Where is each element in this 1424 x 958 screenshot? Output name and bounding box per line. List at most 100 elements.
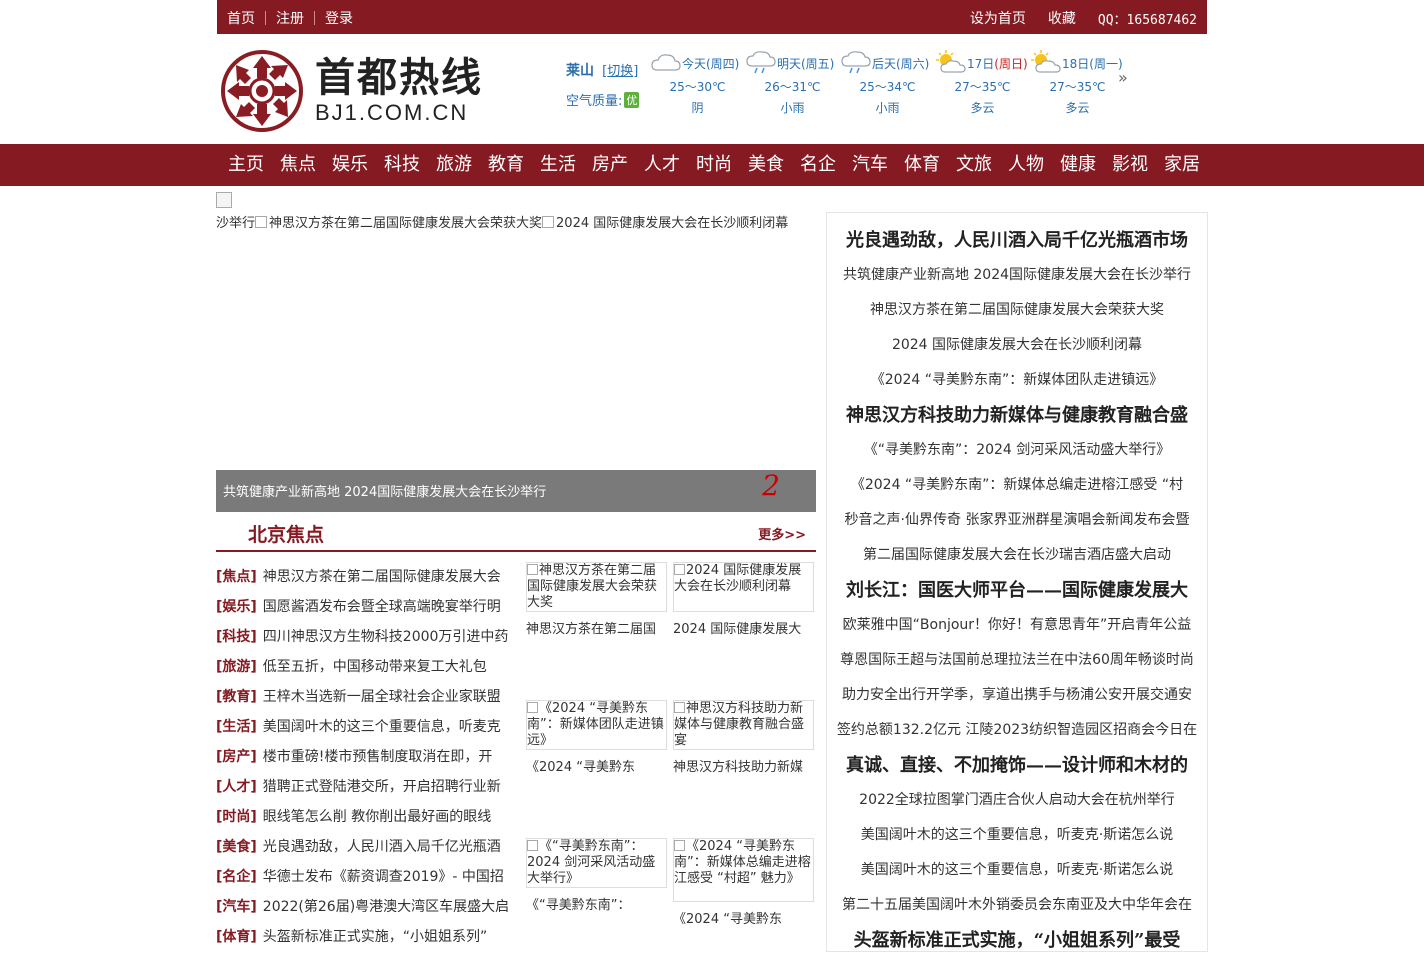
headline-item[interactable]: 秒音之声·仙界传奇 张家界亚洲群星演唱会新闻发布会暨 bbox=[827, 503, 1207, 538]
news-category[interactable]: [教育] bbox=[216, 689, 257, 705]
news-title[interactable]: 美国阔叶木的这三个重要信息，听麦克 bbox=[263, 719, 501, 735]
headline-item[interactable]: 第二十五届美国阔叶木外销委员会东南亚及大中华年会在 bbox=[827, 888, 1207, 923]
picture-caption[interactable]: 2024 国际健康发展大 bbox=[673, 618, 814, 637]
headline-item[interactable]: 助力安全出行开学季，享道出携手与杨浦公安开展交通安 bbox=[827, 678, 1207, 713]
news-category[interactable]: [汽车] bbox=[216, 899, 257, 915]
picture-thumb[interactable]: 《2024 “寻美黔东南”：新媒体团队走进镇远》 bbox=[526, 700, 667, 750]
news-item[interactable]: [科技] 四川神思汉方生物科技2000万引进中药 bbox=[216, 622, 516, 652]
news-item[interactable]: [汽车] 2022(第26届)粤港澳大湾区车展盛大启 bbox=[216, 892, 516, 922]
headline-item[interactable]: 2024 国际健康发展大会在长沙顺利闭幕 bbox=[827, 328, 1207, 363]
headline-item[interactable]: 签约总额132.2亿元 江陵2023纺织智造园区招商会今日在 bbox=[827, 713, 1207, 748]
news-item[interactable]: [焦点] 神思汉方茶在第二届国际健康发展大会 bbox=[216, 562, 516, 592]
set-homepage-link[interactable]: 设为首页 bbox=[970, 8, 1026, 28]
news-title[interactable]: 华德士发布《薪资调查2019》- 中国招 bbox=[263, 869, 504, 885]
picture-card[interactable]: 《2024 “寻美黔东南”：新媒体总编走进榕江感受 “村超” 魅力》 《2024… bbox=[673, 838, 814, 927]
nav-item[interactable]: 生活 bbox=[532, 144, 584, 186]
news-item[interactable]: [娱乐] 国愿酱酒发布会暨全球高端晚宴举行明 bbox=[216, 592, 516, 622]
news-item[interactable]: [时尚] 眼线笔怎么削 教你削出最好画的眼线 bbox=[216, 802, 516, 832]
slide-alt[interactable]: 神思汉方茶在第二届国际健康发展大会荣获大奖 bbox=[269, 216, 542, 231]
picture-card[interactable]: 《“寻美黔东南”：2024 剑河采风活动盛大举行》 《“寻美黔东南”： bbox=[526, 838, 667, 913]
nav-item[interactable]: 健康 bbox=[1052, 144, 1104, 186]
news-title[interactable]: 眼线笔怎么削 教你削出最好画的眼线 bbox=[263, 809, 491, 825]
nav-item[interactable]: 娱乐 bbox=[324, 144, 376, 186]
site-logo[interactable]: 首都热线 BJ1.COM.CN bbox=[221, 50, 511, 132]
news-item[interactable]: [名企] 华德士发布《薪资调查2019》- 中国招 bbox=[216, 862, 516, 892]
news-category[interactable]: [时尚] bbox=[216, 809, 257, 825]
news-category[interactable]: [名企] bbox=[216, 869, 257, 885]
nav-item[interactable]: 旅游 bbox=[428, 144, 480, 186]
news-item[interactable]: [体育] 头盔新标准正式实施，“小姐姐系列” bbox=[216, 922, 516, 952]
headline-item[interactable]: 《2024 “寻美黔东南”：新媒体团队走进镇远》 bbox=[827, 363, 1207, 398]
headline-item[interactable]: 第二届国际健康发展大会在长沙瑞吉酒店盛大启动 bbox=[827, 538, 1207, 573]
picture-card[interactable]: 神思汉方茶在第二届国际健康发展大会荣获大奖 神思汉方茶在第二届国 bbox=[526, 562, 667, 637]
news-item[interactable]: [美食] 光良遇劲敌，人民川酒入局千亿光瓶酒 bbox=[216, 832, 516, 862]
picture-card[interactable]: 2024 国际健康发展大会在长沙顺利闭幕 2024 国际健康发展大 bbox=[673, 562, 814, 637]
nav-item[interactable]: 汽车 bbox=[844, 144, 896, 186]
picture-caption[interactable]: 神思汉方科技助力新媒 bbox=[673, 756, 814, 775]
picture-thumb[interactable]: 神思汉方科技助力新媒体与健康教育融合盛宴 bbox=[673, 700, 814, 750]
news-title[interactable]: 猎聘正式登陆港交所，开启招聘行业新 bbox=[263, 779, 501, 795]
picture-thumb[interactable]: 神思汉方茶在第二届国际健康发展大会荣获大奖 bbox=[526, 562, 667, 612]
news-item[interactable]: [房产] 楼市重磅!楼市预售制度取消在即，开 bbox=[216, 742, 516, 772]
nav-item[interactable]: 体育 bbox=[896, 144, 948, 186]
headline-item[interactable]: 欧莱雅中国“Bonjour！你好！有意思青年”开启青年公益 bbox=[827, 608, 1207, 643]
headline-item[interactable]: 神思汉方茶在第二届国际健康发展大会荣获大奖 bbox=[827, 293, 1207, 328]
news-title[interactable]: 四川神思汉方生物科技2000万引进中药 bbox=[263, 629, 509, 645]
nav-item[interactable]: 家居 bbox=[1156, 144, 1208, 186]
headline-item[interactable]: 美国阔叶木的这三个重要信息，听麦克·斯诺怎么说 bbox=[827, 818, 1207, 853]
news-title[interactable]: 神思汉方茶在第二届国际健康发展大会 bbox=[263, 569, 501, 585]
picture-thumb[interactable]: 2024 国际健康发展大会在长沙顺利闭幕 bbox=[673, 562, 814, 612]
news-category[interactable]: [美食] bbox=[216, 839, 257, 855]
news-title[interactable]: 楼市重磅!楼市预售制度取消在即，开 bbox=[263, 749, 493, 765]
news-item[interactable]: [教育] 王梓木当选新一届全球社会企业家联盟 bbox=[216, 682, 516, 712]
headline-item-featured[interactable]: 神思汉方科技助力新媒体与健康教育融合盛 bbox=[827, 398, 1207, 433]
picture-thumb[interactable]: 《2024 “寻美黔东南”：新媒体总编走进榕江感受 “村超” 魅力》 bbox=[673, 838, 814, 902]
headline-item[interactable]: 2022全球拉图掌门酒庄合伙人启动大会在杭州举行 bbox=[827, 783, 1207, 818]
picture-thumb[interactable]: 《“寻美黔东南”：2024 剑河采风活动盛大举行》 bbox=[526, 838, 667, 888]
headline-item-featured[interactable]: 光良遇劲敌，人民川酒入局千亿光瓶酒市场 bbox=[827, 223, 1207, 258]
headline-slider[interactable]: 沙举行 神思汉方茶在第二届国际健康发展大会荣获大奖 2024 国际健康发展大会在长沙… bbox=[216, 192, 816, 512]
headline-item[interactable]: 美国阔叶木的这三个重要信息，听麦克·斯诺怎么说 bbox=[827, 853, 1207, 888]
news-category[interactable]: [人才] bbox=[216, 779, 257, 795]
picture-card[interactable]: 《2024 “寻美黔东南”：新媒体团队走进镇远》 《2024 “寻美黔东 bbox=[526, 700, 667, 775]
headline-item-featured[interactable]: 真诚、直接、不加掩饰——设计师和木材的 bbox=[827, 748, 1207, 783]
nav-item[interactable]: 时尚 bbox=[688, 144, 740, 186]
news-title[interactable]: 光良遇劲敌，人民川酒入局千亿光瓶酒 bbox=[263, 839, 501, 855]
news-title[interactable]: 国愿酱酒发布会暨全球高端晚宴举行明 bbox=[263, 599, 501, 615]
nav-item[interactable]: 焦点 bbox=[272, 144, 324, 186]
news-category[interactable]: [房产] bbox=[216, 749, 257, 765]
news-category[interactable]: [娱乐] bbox=[216, 599, 257, 615]
picture-caption[interactable]: 《2024 “寻美黔东 bbox=[673, 908, 814, 927]
nav-item[interactable]: 美食 bbox=[740, 144, 792, 186]
news-item[interactable]: [生活] 美国阔叶木的这三个重要信息，听麦克 bbox=[216, 712, 516, 742]
nav-item[interactable]: 文旅 bbox=[948, 144, 1000, 186]
news-title[interactable]: 2022(第26届)粤港澳大湾区车展盛大启 bbox=[263, 899, 509, 915]
nav-item[interactable]: 影视 bbox=[1104, 144, 1156, 186]
city-switch-button[interactable]: [切换] bbox=[602, 64, 638, 79]
login-link[interactable]: 登录 bbox=[325, 8, 353, 28]
news-title[interactable]: 王梓木当选新一届全球社会企业家联盟 bbox=[263, 689, 501, 705]
slider-caption[interactable]: 共筑健康产业新高地 2024国际健康发展大会在长沙举行 bbox=[223, 485, 546, 500]
headline-item-featured[interactable]: 刘长江：国医大师平台——国际健康发展大 bbox=[827, 573, 1207, 608]
news-category[interactable]: [旅游] bbox=[216, 659, 257, 675]
headline-item[interactable]: 尊恩国际王超与法国前总理拉法兰在中法60周年畅谈时尚 bbox=[827, 643, 1207, 678]
news-category[interactable]: [科技] bbox=[216, 629, 257, 645]
news-category[interactable]: [生活] bbox=[216, 719, 257, 735]
nav-item[interactable]: 名企 bbox=[792, 144, 844, 186]
nav-item[interactable]: 主页 bbox=[220, 144, 272, 186]
slide-alt[interactable]: 2024 国际健康发展大会在长沙顺利闭幕 bbox=[556, 216, 788, 231]
news-category[interactable]: [体育] bbox=[216, 929, 257, 945]
news-title[interactable]: 头盔新标准正式实施，“小姐姐系列” bbox=[263, 929, 488, 945]
news-item[interactable]: [人才] 猎聘正式登陆港交所，开启招聘行业新 bbox=[216, 772, 516, 802]
picture-caption[interactable]: 《2024 “寻美黔东 bbox=[526, 756, 667, 775]
headline-item[interactable]: 《2024 “寻美黔东南”：新媒体总编走进榕江感受 “村 bbox=[827, 468, 1207, 503]
picture-caption[interactable]: 神思汉方茶在第二届国 bbox=[526, 618, 667, 637]
picture-card[interactable]: 神思汉方科技助力新媒体与健康教育融合盛宴 神思汉方科技助力新媒 bbox=[673, 700, 814, 775]
headline-item-featured[interactable]: 头盔新标准正式实施，“小姐姐系列”最受 bbox=[827, 923, 1207, 958]
picture-caption[interactable]: 《“寻美黔东南”： bbox=[526, 894, 667, 913]
weather-next-button[interactable]: » bbox=[1118, 68, 1128, 87]
nav-item[interactable]: 教育 bbox=[480, 144, 532, 186]
news-title[interactable]: 低至五折，中国移动带来复工大礼包 bbox=[263, 659, 487, 675]
favorite-link[interactable]: 收藏 bbox=[1048, 8, 1076, 28]
more-link[interactable]: 更多>> bbox=[758, 524, 806, 543]
